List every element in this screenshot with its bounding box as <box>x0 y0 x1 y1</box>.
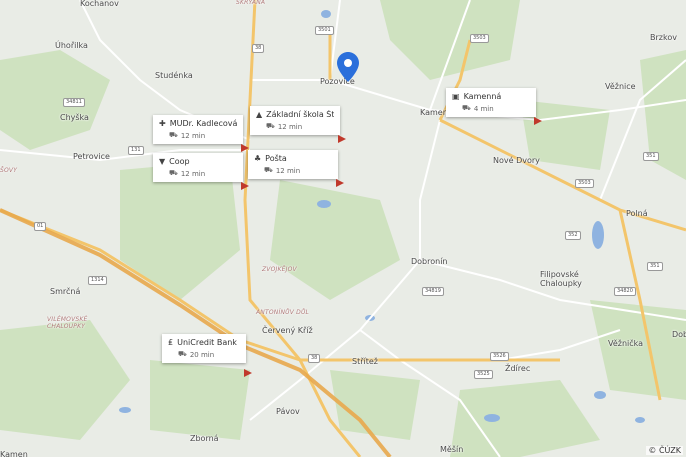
place-label: Červený Kříž <box>262 326 313 335</box>
road-number-label: 34820 <box>614 287 636 296</box>
car-icon: ⛟ <box>462 104 471 112</box>
poi-pointer-icon <box>244 362 252 377</box>
car-icon: ⛟ <box>178 350 187 358</box>
place-label: Dob <box>672 330 686 339</box>
poi-card[interactable]: ▲Základní škola Št... ⛟12 min <box>250 106 340 135</box>
poi-card[interactable]: ▣ Kamenná ⛟ 4 min <box>446 88 536 117</box>
travel-time: 12 min <box>180 169 206 178</box>
place-label: VILÉMOVSKÉ <box>47 316 88 323</box>
road-number-label: 352 <box>565 231 581 240</box>
poi-pointer-icon <box>336 172 344 187</box>
road-number-label: 3503 <box>575 179 594 188</box>
place-label: SKRYANA <box>236 0 266 6</box>
poi-pointer-icon <box>534 110 542 125</box>
road-number-label: 38 <box>252 44 265 53</box>
car-icon: ⛟ <box>169 131 178 139</box>
road-number-label: 3501 <box>315 26 334 35</box>
poi-category-icon: ▣ <box>452 92 460 101</box>
car-icon: ⛟ <box>266 122 275 130</box>
place-label: Nové Dvory <box>493 156 540 165</box>
place-label: Chaloupky <box>540 279 582 288</box>
poi-category-icon: ♣ <box>254 154 262 163</box>
road-number-label: 351 <box>643 152 659 161</box>
place-label: Pávov <box>276 407 300 416</box>
place-label: Dobronín <box>411 257 448 266</box>
place-label: Polná <box>626 209 648 218</box>
poi-category-icon: ₤ <box>168 338 174 347</box>
place-label: Úhořilka <box>55 41 88 50</box>
place-label: Měšín <box>440 445 464 454</box>
road-number-label: 3525 <box>474 370 493 379</box>
travel-time: 20 min <box>189 350 215 359</box>
poi-name: Pošta <box>265 154 287 163</box>
poi-card[interactable]: ₤ UniCredit Bank ⛟ 20 min <box>162 334 246 363</box>
place-label: Věžnice <box>605 82 636 91</box>
poi-card[interactable]: ▼ Coop ⛟ 12 min <box>153 153 243 182</box>
poi-pointer-icon <box>241 137 249 152</box>
poi-name: UniCredit Bank <box>177 338 237 347</box>
road-number-label: 1314 <box>88 276 107 285</box>
car-icon: ⛟ <box>264 166 273 174</box>
poi-name: Základní škola Št... <box>266 110 334 119</box>
map-copyright: © ČÚZK <box>646 446 683 455</box>
road-number-label: 3503 <box>470 34 489 43</box>
place-label: Brzkov <box>650 33 677 42</box>
place-label: Filipovské <box>540 270 579 279</box>
travel-time: 4 min <box>473 104 494 113</box>
place-label: Věžnička <box>608 339 644 348</box>
poi-name: MUDr. Kadlecová ... <box>169 119 237 128</box>
road-number-label: 34811 <box>63 98 85 107</box>
poi-category-icon: ▲ <box>256 110 263 119</box>
place-label: Zborná <box>190 434 219 443</box>
map-canvas[interactable]: Kochanov Úhořilka Studénka Chyška Petrovice P… <box>0 0 686 457</box>
place-label: Střítež <box>352 357 378 366</box>
road-number-label: 34819 <box>422 287 444 296</box>
place-label: CHALOUPKY <box>47 323 86 330</box>
road-number-label: 01 <box>34 222 47 231</box>
poi-card[interactable]: ♣ Pošta ⛟ 12 min <box>248 150 338 179</box>
travel-time: 12 min <box>275 166 301 175</box>
place-label: Chyška <box>60 113 89 122</box>
poi-category-icon: ▼ <box>159 157 166 166</box>
place-label: Ždírec <box>505 364 531 373</box>
road-number-label: 3526 <box>490 352 509 361</box>
place-label: Kochanov <box>80 0 119 8</box>
road-number-label: 38 <box>308 354 321 363</box>
poi-category-icon: ✚ <box>159 119 166 128</box>
place-label: ŠOVY <box>0 167 18 174</box>
place-label: Kamen <box>0 450 28 457</box>
place-label: ZVOJKĚJOV <box>262 266 297 273</box>
road-number-label: 351 <box>647 262 663 271</box>
place-label: Smrčná <box>50 287 81 296</box>
poi-name: Kamenná <box>463 92 502 101</box>
poi-name: Coop <box>169 157 190 166</box>
travel-time: 12 min <box>180 131 206 140</box>
place-label: Studénka <box>155 71 193 80</box>
place-label: ANTONÍNŮV DŮL <box>256 309 310 316</box>
travel-time: 12 min <box>277 122 303 131</box>
poi-pointer-icon <box>338 128 346 143</box>
car-icon: ⛟ <box>169 169 178 177</box>
place-label: Petrovice <box>73 152 110 161</box>
location-pin-icon[interactable] <box>337 52 359 86</box>
road-number-label: 131 <box>128 146 144 155</box>
poi-card[interactable]: ✚MUDr. Kadlecová ... ⛟12 min <box>153 115 243 144</box>
